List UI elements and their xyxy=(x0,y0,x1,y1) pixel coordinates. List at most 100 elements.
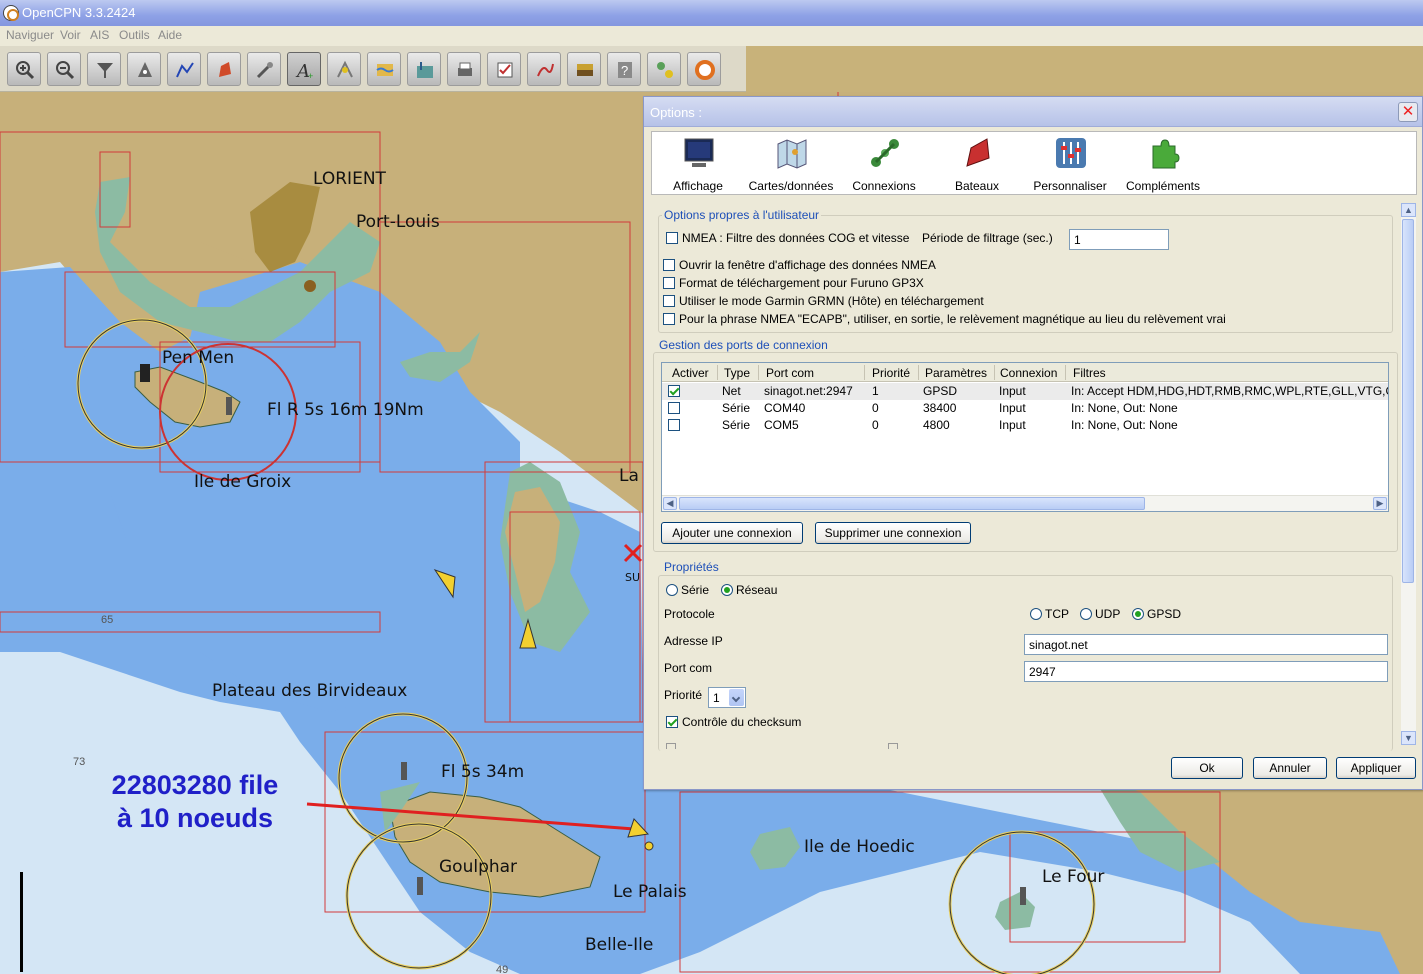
furuno-checkbox[interactable]: Format de téléchargement pour Furuno GP3… xyxy=(663,276,924,290)
zoom-out-icon xyxy=(56,61,75,80)
checkbox-box[interactable] xyxy=(663,277,675,289)
scroll-thumb[interactable] xyxy=(1402,219,1414,583)
label-belle-ile: Belle-Ile xyxy=(585,935,654,955)
filter-period-input[interactable]: 1 xyxy=(1069,229,1169,250)
tab-connexions[interactable]: Connexions xyxy=(838,136,930,194)
header-activer[interactable]: Activer xyxy=(672,366,709,380)
tab-affichage[interactable]: Affichage xyxy=(652,136,744,194)
scroll-down-icon[interactable]: ▼ xyxy=(1401,731,1416,745)
help-button[interactable]: ? xyxy=(607,52,641,86)
header-connexion[interactable]: Connexion xyxy=(1000,366,1057,380)
route-button[interactable] xyxy=(167,52,201,86)
connections-list[interactable]: Activer Type Port com Priorité Paramètre… xyxy=(661,362,1389,512)
checkbox-box[interactable] xyxy=(666,232,678,244)
text-button[interactable]: A + xyxy=(287,52,321,86)
radio-circle[interactable] xyxy=(1030,608,1042,620)
priority-label: Priorité xyxy=(664,688,703,702)
nmea-filter-checkbox[interactable]: NMEA : Filtre des données COG et vitesse xyxy=(666,231,909,245)
current-button[interactable] xyxy=(367,52,401,86)
gpsd-radio[interactable]: GPSD xyxy=(1132,607,1181,621)
print-button[interactable] xyxy=(447,52,481,86)
checksum-checkbox[interactable]: Contrôle du checksum xyxy=(666,715,801,729)
tab-bateaux[interactable]: Bateaux xyxy=(931,136,1023,194)
row-enable-checkbox[interactable] xyxy=(668,385,680,397)
scroll-left-icon[interactable]: ◀ xyxy=(663,497,677,510)
table-row[interactable]: Net sinagot.net:2947 1 GPSD Input In: Ac… xyxy=(662,383,1388,400)
table-row[interactable]: Série COM40 0 38400 Input In: None, Out:… xyxy=(662,400,1388,417)
track-button[interactable] xyxy=(527,52,561,86)
dialog-title-bar[interactable]: Options : ✕ xyxy=(644,97,1422,127)
quilt-button[interactable] xyxy=(87,52,121,86)
zoom-out-button[interactable] xyxy=(47,52,81,86)
vertical-scrollbar[interactable]: ▲ ▼ xyxy=(1401,203,1416,745)
header-separator xyxy=(918,365,919,380)
header-parametres[interactable]: Paramètres xyxy=(925,366,987,380)
table-row[interactable]: Série COM5 0 4800 Input In: None, Out: N… xyxy=(662,417,1388,434)
reseau-radio[interactable]: Réseau xyxy=(721,583,777,597)
scroll-right-icon[interactable]: ▶ xyxy=(1373,497,1387,510)
annotation-line-1: 22803280 file xyxy=(111,770,279,800)
scroll-up-icon[interactable]: ▲ xyxy=(1401,203,1416,217)
tide-button[interactable] xyxy=(327,52,361,86)
waypoint-icon xyxy=(138,62,152,77)
garmin-label: Utiliser le mode Garmin GRMN (Hôte) en t… xyxy=(679,294,984,308)
garmin-checkbox[interactable]: Utiliser le mode Garmin GRMN (Hôte) en t… xyxy=(663,294,984,308)
apply-button[interactable]: Appliquer xyxy=(1336,757,1416,779)
header-port[interactable]: Port com xyxy=(766,366,814,380)
cell-connection: Input xyxy=(999,384,1026,398)
scroll-thumb[interactable] xyxy=(679,497,1145,510)
ship-button[interactable] xyxy=(207,52,241,86)
udp-radio[interactable]: UDP xyxy=(1080,607,1120,621)
menu-aide[interactable]: Aide xyxy=(158,28,182,42)
puzzle-icon xyxy=(1152,139,1180,169)
checkbox-box[interactable] xyxy=(663,313,675,325)
checkbox-box[interactable] xyxy=(666,716,678,728)
settings-button[interactable] xyxy=(247,52,281,86)
cell-type: Série xyxy=(722,401,751,415)
header-separator xyxy=(717,365,718,380)
row-enable-checkbox[interactable] xyxy=(668,402,680,414)
menu-naviguer[interactable]: Naviguer xyxy=(6,28,54,42)
chevron-down-icon[interactable] xyxy=(729,689,744,706)
radio-circle[interactable] xyxy=(1080,608,1092,620)
cell-priority: 1 xyxy=(872,384,879,398)
header-priorite[interactable]: Priorité xyxy=(872,366,910,380)
waypoint-button[interactable] xyxy=(127,52,161,86)
ecapb-checkbox[interactable]: Pour la phrase NMEA "ECAPB", utiliser, e… xyxy=(663,312,1226,326)
header-type[interactable]: Type xyxy=(724,366,750,380)
monitor-icon xyxy=(684,138,714,167)
route-manager-button[interactable] xyxy=(487,52,521,86)
reseau-label: Réseau xyxy=(736,583,778,597)
close-button[interactable]: ✕ xyxy=(1398,102,1418,122)
tab-complements[interactable]: Compléments xyxy=(1117,136,1209,194)
radio-circle[interactable] xyxy=(666,584,678,596)
remove-connection-button[interactable]: Supprimer une connexion xyxy=(815,522,971,544)
header-filtres[interactable]: Filtres xyxy=(1073,366,1106,380)
zoom-in-button[interactable] xyxy=(7,52,41,86)
ip-address-input[interactable]: sinagot.net xyxy=(1024,634,1388,655)
chart-button[interactable] xyxy=(567,52,601,86)
cancel-button[interactable]: Annuler xyxy=(1253,757,1327,779)
row-enable-checkbox[interactable] xyxy=(668,419,680,431)
priority-select[interactable]: 1 xyxy=(708,687,746,708)
add-connection-button[interactable]: Ajouter une connexion xyxy=(661,522,803,544)
horizontal-scrollbar[interactable]: ◀ ▶ xyxy=(662,495,1388,511)
port-input[interactable]: 2947 xyxy=(1024,661,1388,682)
current-chart-button[interactable] xyxy=(407,52,441,86)
ok-button[interactable]: Ok xyxy=(1171,757,1243,779)
tab-cartes[interactable]: Cartes/données xyxy=(745,136,837,194)
open-nmea-label: Ouvrir la fenêtre d'affichage des donnée… xyxy=(679,258,936,272)
radio-circle[interactable] xyxy=(721,584,733,596)
tcp-radio[interactable]: TCP xyxy=(1030,607,1069,621)
open-nmea-checkbox[interactable]: Ouvrir la fenêtre d'affichage des donnée… xyxy=(663,258,936,272)
lifebuoy-button[interactable] xyxy=(687,52,721,86)
ais-button[interactable] xyxy=(647,52,681,86)
menu-outils[interactable]: Outils xyxy=(119,28,150,42)
tab-personnaliser[interactable]: Personnaliser xyxy=(1024,136,1116,194)
radio-circle[interactable] xyxy=(1132,608,1144,620)
menu-ais[interactable]: AIS xyxy=(90,28,109,42)
menu-voir[interactable]: Voir xyxy=(60,28,81,42)
checkbox-box[interactable] xyxy=(663,259,675,271)
checkbox-box[interactable] xyxy=(663,295,675,307)
serie-radio[interactable]: Série xyxy=(666,583,709,597)
